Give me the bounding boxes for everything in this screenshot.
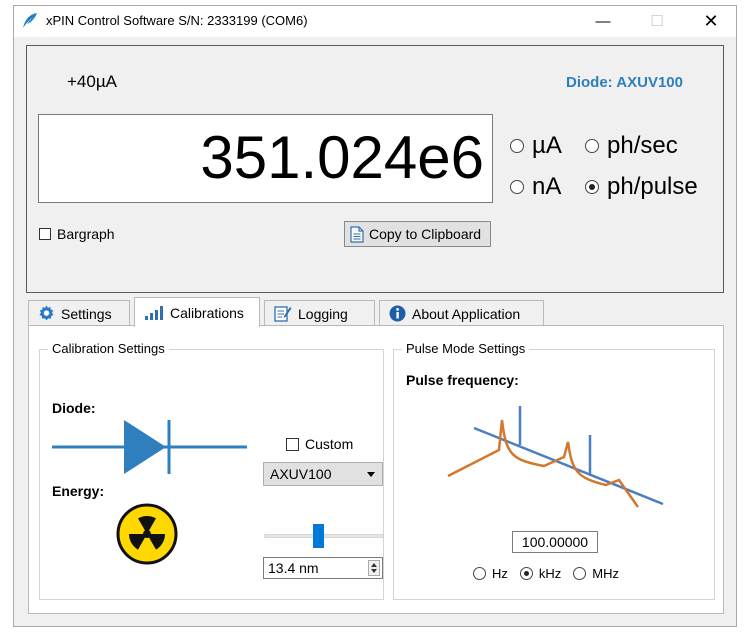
freq-radio-hz[interactable]: Hz — [473, 566, 508, 581]
chevron-down-icon — [367, 472, 375, 477]
copy-button-label: Copy to Clipboard — [369, 226, 482, 242]
unit-label: µA — [532, 132, 562, 159]
unit-radio-ph-pulse[interactable]: ph/pulse — [585, 173, 698, 201]
checkbox-box[interactable] — [286, 437, 299, 451]
app-feather-icon — [23, 13, 37, 28]
radio-indicator[interactable] — [573, 567, 587, 580]
app-window: xPIN Control Software S/N: 2333199 (COM6… — [13, 5, 737, 627]
diode-field-label: Diode: — [52, 400, 96, 416]
signal-bars-icon — [145, 306, 163, 320]
info-icon — [389, 305, 406, 322]
energy-value: 13.4 nm — [268, 560, 319, 576]
maximize-button[interactable]: ☐ — [634, 6, 680, 37]
unit-radio-ph-sec[interactable]: ph/sec — [585, 132, 678, 160]
diode-type-select[interactable]: AXUV100 — [263, 462, 383, 486]
custom-checkbox[interactable]: Custom — [286, 436, 353, 452]
pulse-waveform-icon — [447, 406, 664, 508]
custom-label: Custom — [305, 436, 354, 452]
document-icon — [350, 225, 364, 243]
bargraph-checkbox[interactable]: Bargraph — [39, 226, 115, 242]
unit-label: nA — [532, 173, 562, 200]
frequency-unit-group: Hz kHz MHz — [473, 566, 631, 581]
bargraph-label: Bargraph — [57, 226, 115, 242]
freq-unit-label: kHz — [538, 566, 562, 581]
unit-radio-ua[interactable]: µA — [510, 132, 562, 160]
pulse-mode-settings-group: Pulse Mode Settings Pulse frequency: 100… — [393, 341, 715, 600]
pulse-frequency-input[interactable]: 100.00000 — [512, 531, 598, 553]
spin-arrows-icon[interactable] — [368, 560, 380, 576]
calibrations-panel: Calibration Settings Diode: Custom AXUV1… — [28, 325, 724, 614]
value-display: 351.024e6 — [38, 114, 493, 203]
minimize-button[interactable]: — — [580, 6, 626, 37]
tab-label: About Application — [412, 305, 521, 322]
pulse-frequency-label: Pulse frequency: — [406, 372, 519, 388]
tab-label: Calibrations — [170, 304, 244, 321]
radio-indicator[interactable] — [519, 567, 533, 580]
readout-panel: +40µA Diode: AXUV100 351.024e6 µA ph/sec… — [26, 45, 724, 293]
unit-radio-na[interactable]: nA — [510, 173, 561, 201]
freq-radio-mhz[interactable]: MHz — [573, 566, 619, 581]
freq-unit-label: Hz — [492, 566, 508, 581]
radio-indicator[interactable] — [510, 180, 524, 194]
freq-radio-khz[interactable]: kHz — [519, 566, 562, 581]
range-label: +40µA — [67, 72, 117, 91]
diode-label: Diode: AXUV100 — [566, 74, 683, 91]
freq-unit-label: MHz — [592, 566, 619, 581]
measurement-value: 351.024e6 — [200, 124, 484, 191]
tab-label: Logging — [298, 305, 348, 322]
radiation-icon — [116, 503, 178, 565]
unit-label: ph/sec — [607, 132, 678, 159]
energy-slider-thumb[interactable] — [313, 524, 324, 548]
diode-symbol-icon — [52, 420, 247, 474]
diode-select-value: AXUV100 — [270, 466, 332, 482]
notepad-icon — [274, 306, 292, 322]
tab-calibrations[interactable]: Calibrations — [134, 297, 260, 327]
tab-settings[interactable]: Settings — [28, 300, 130, 326]
group-title: Calibration Settings — [48, 341, 169, 356]
radio-indicator[interactable] — [510, 139, 524, 153]
checkbox-box[interactable] — [39, 228, 51, 240]
radio-indicator[interactable] — [585, 139, 599, 153]
title-bar[interactable]: xPIN Control Software S/N: 2333199 (COM6… — [14, 6, 736, 37]
close-button[interactable]: ✕ — [688, 6, 734, 37]
radio-indicator[interactable] — [473, 567, 486, 580]
calibration-settings-group: Calibration Settings Diode: Custom AXUV1… — [39, 341, 384, 600]
energy-field-label: Energy: — [52, 483, 105, 499]
radio-indicator[interactable] — [585, 180, 599, 194]
energy-spinbox[interactable]: 13.4 nm — [263, 557, 383, 579]
window-title: xPIN Control Software S/N: 2333199 (COM6… — [46, 13, 308, 28]
unit-label: ph/pulse — [607, 173, 698, 200]
tab-label: Settings — [61, 305, 112, 322]
group-title: Pulse Mode Settings — [402, 341, 530, 356]
tab-about-application[interactable]: About Application — [379, 300, 544, 326]
gear-icon — [39, 305, 54, 321]
tab-logging[interactable]: Logging — [264, 300, 375, 326]
copy-to-clipboard-button[interactable]: Copy to Clipboard — [344, 221, 491, 247]
